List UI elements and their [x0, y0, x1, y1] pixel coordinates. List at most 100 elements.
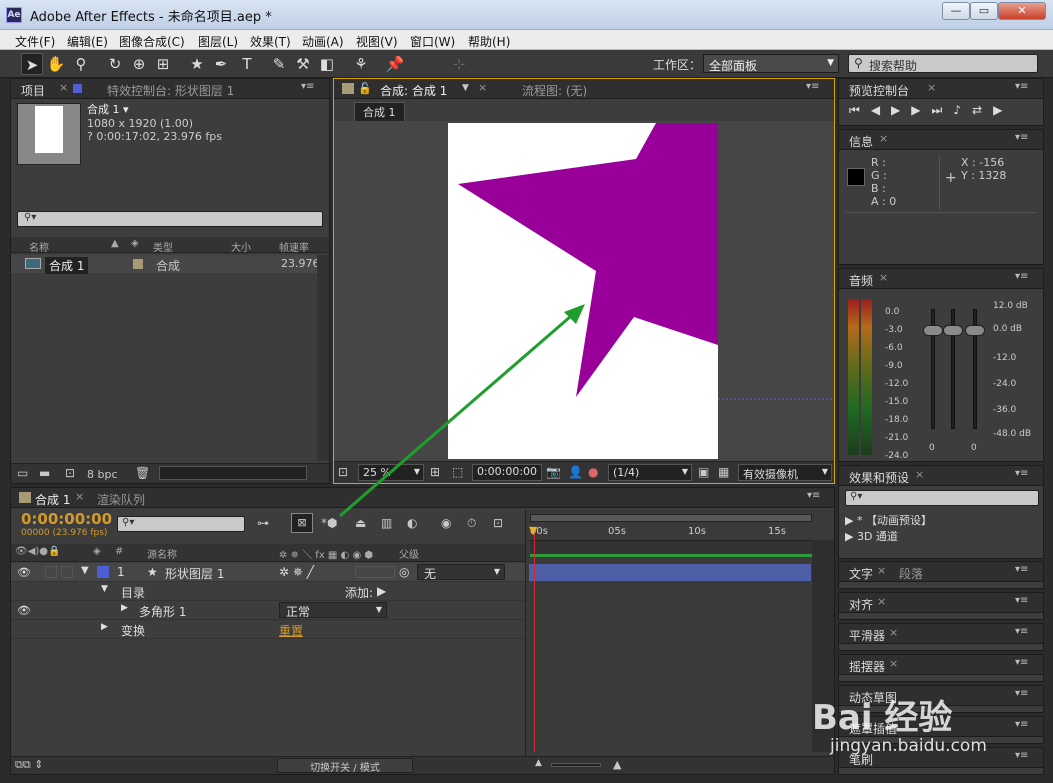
- parent-select[interactable]: 无 ▼: [417, 564, 505, 581]
- selection-tool-icon[interactable]: ➤: [21, 53, 43, 75]
- snapshot-icon[interactable]: 📷: [546, 465, 561, 479]
- expand-arrow-icon[interactable]: ▼: [81, 565, 89, 576]
- tab-timeline-comp[interactable]: 合成 1: [35, 491, 70, 508]
- prev-frame-icon[interactable]: ◀: [871, 103, 891, 117]
- close-icon[interactable]: ×: [889, 626, 898, 639]
- menu-edit[interactable]: 编辑(E): [67, 33, 108, 50]
- hide-shy-icon[interactable]: ⏏: [355, 516, 366, 530]
- close-button[interactable]: ✕: [998, 2, 1046, 20]
- switches-modes-toggle[interactable]: 切换开关 / 模式: [277, 758, 413, 774]
- layer-switch-boxes[interactable]: [355, 566, 395, 578]
- magnification-select[interactable]: 25 % ▼: [358, 464, 424, 481]
- close-icon[interactable]: ×: [59, 81, 68, 94]
- tab-effects-presets[interactable]: 效果和预设: [849, 469, 909, 486]
- panel-menu-icon[interactable]: ▾≡: [301, 81, 314, 92]
- workspace-select[interactable]: 全部面板 ▼: [703, 54, 839, 73]
- visibility-eye-icon[interactable]: 👁: [17, 604, 31, 617]
- viewer-canvas[interactable]: [334, 121, 834, 461]
- panel-menu-icon[interactable]: ▾≡: [1015, 468, 1028, 479]
- rotation-tool-icon[interactable]: ↻: [104, 53, 126, 75]
- lock-icon[interactable]: 🔓: [358, 82, 372, 95]
- polygon-row[interactable]: 👁 ▶ 多角形 1 正常 ▼: [11, 601, 525, 620]
- audio-icon[interactable]: ♪: [953, 103, 972, 117]
- live-update-icon[interactable]: ⊠: [291, 513, 313, 533]
- blend-mode-select[interactable]: 正常 ▼: [279, 602, 387, 619]
- new-comp-icon[interactable]: ⊡: [65, 466, 75, 480]
- tab-audio[interactable]: 音频: [849, 272, 873, 289]
- last-frame-icon[interactable]: ⏭: [932, 103, 954, 117]
- lock-checkbox[interactable]: [61, 566, 73, 578]
- help-search-input[interactable]: ⚲ 搜索帮助: [848, 54, 1038, 73]
- tab-project[interactable]: 项目: [21, 82, 45, 99]
- effects-search-input[interactable]: ⚲▾: [845, 490, 1039, 506]
- panel-menu-icon[interactable]: ▾≡: [807, 490, 820, 501]
- project-search-input[interactable]: ⚲▾: [17, 211, 323, 227]
- close-icon[interactable]: ×: [879, 271, 888, 284]
- panel-menu-icon[interactable]: ▾≡: [806, 81, 819, 92]
- zoom-tool-icon[interactable]: ⚲: [70, 53, 92, 75]
- zoom-out-icon[interactable]: ▲: [535, 758, 542, 768]
- pen-tool-icon[interactable]: ✒: [210, 53, 232, 75]
- viewer-timecode[interactable]: 0:00:00:00: [472, 464, 542, 481]
- tab-align[interactable]: 对齐: [849, 596, 873, 613]
- menu-effect[interactable]: 效果(T): [250, 33, 291, 50]
- show-snapshot-icon[interactable]: 👤: [568, 465, 583, 479]
- close-icon[interactable]: ×: [75, 490, 84, 503]
- work-area-bar[interactable]: [530, 514, 812, 522]
- menu-layer[interactable]: 图层(L): [198, 33, 238, 50]
- col-source-name[interactable]: 源名称: [147, 546, 177, 561]
- panel-menu-icon[interactable]: ▾≡: [1015, 626, 1028, 637]
- tab-paragraph[interactable]: 段落: [899, 565, 923, 582]
- close-icon[interactable]: ×: [478, 81, 487, 94]
- comp-breadcrumb[interactable]: 合成 1: [354, 102, 405, 122]
- time-ruler[interactable]: [530, 540, 812, 554]
- panel-menu-icon[interactable]: ▾≡: [1015, 688, 1028, 699]
- tab-smoother[interactable]: 平滑器: [849, 627, 885, 644]
- horizontal-scrollbar[interactable]: [159, 466, 307, 480]
- panel-menu-icon[interactable]: ▾≡: [1015, 132, 1028, 143]
- add-menu-icon[interactable]: ▶: [377, 584, 386, 598]
- shape-star-icon[interactable]: ★: [186, 53, 208, 75]
- zoom-slider[interactable]: [551, 763, 601, 767]
- footer-toggle-icon[interactable]: ⧉⧉ ⇕: [15, 758, 43, 772]
- expand-arrow-icon[interactable]: ▶: [121, 603, 128, 613]
- play-icon[interactable]: ▶: [891, 103, 911, 117]
- visibility-eye-icon[interactable]: 👁: [17, 566, 31, 579]
- auto-keyframe-icon[interactable]: ⏱: [467, 516, 476, 531]
- tab-character[interactable]: 文字: [849, 565, 873, 582]
- close-icon[interactable]: ×: [927, 81, 936, 94]
- transform-row[interactable]: ▶ 变换 重置: [11, 620, 525, 639]
- close-icon[interactable]: ×: [889, 657, 898, 670]
- panel-menu-icon[interactable]: ▾≡: [1015, 719, 1028, 730]
- chevron-down-icon[interactable]: ▼: [462, 83, 469, 93]
- pickwhip-icon[interactable]: ◎: [399, 565, 409, 579]
- close-icon[interactable]: ×: [915, 468, 924, 481]
- contents-row[interactable]: ▼ 目录 添加: ▶: [11, 582, 525, 601]
- first-frame-icon[interactable]: ⏮: [849, 103, 871, 117]
- eraser-tool-icon[interactable]: ◧: [316, 53, 338, 75]
- time-graph[interactable]: 00s 05s 10s 15s ▼: [525, 510, 834, 756]
- menu-file[interactable]: 文件(F): [15, 33, 55, 50]
- mask-visibility-icon[interactable]: ⬚: [452, 465, 463, 479]
- panel-menu-icon[interactable]: ▾≡: [1015, 595, 1028, 606]
- next-frame-icon[interactable]: ▶: [911, 103, 931, 117]
- col-name[interactable]: 名称: [29, 239, 49, 254]
- close-icon[interactable]: ×: [877, 564, 886, 577]
- tab-render-queue[interactable]: 渲染队列: [97, 491, 145, 508]
- tab-composition[interactable]: 合成: 合成 1: [380, 82, 447, 99]
- pan-behind-icon[interactable]: ⊞: [152, 53, 174, 75]
- clone-stamp-icon[interactable]: ⚒: [292, 53, 314, 75]
- layer-switches-icon[interactable]: ✲ ✵ ╱: [279, 565, 314, 579]
- mini-flowchart-icon[interactable]: ⊶: [257, 516, 269, 530]
- frame-blending-icon[interactable]: ▥: [381, 516, 392, 530]
- layer-name[interactable]: 形状图层 1: [165, 565, 224, 582]
- audio-fader-left-knob[interactable]: [923, 325, 943, 336]
- transparency-grid-icon[interactable]: ▦: [718, 465, 729, 479]
- project-item-row[interactable]: 合成 1 合成 23.976: [11, 255, 320, 274]
- loop-icon[interactable]: ⇄: [972, 103, 993, 117]
- panel-menu-icon[interactable]: ▾≡: [1015, 657, 1028, 668]
- interpret-footage-icon[interactable]: ▭: [17, 466, 28, 480]
- region-of-interest-icon[interactable]: ▣: [698, 465, 709, 479]
- solo-checkbox[interactable]: [45, 566, 57, 578]
- audio-fader-right-knob[interactable]: [965, 325, 985, 336]
